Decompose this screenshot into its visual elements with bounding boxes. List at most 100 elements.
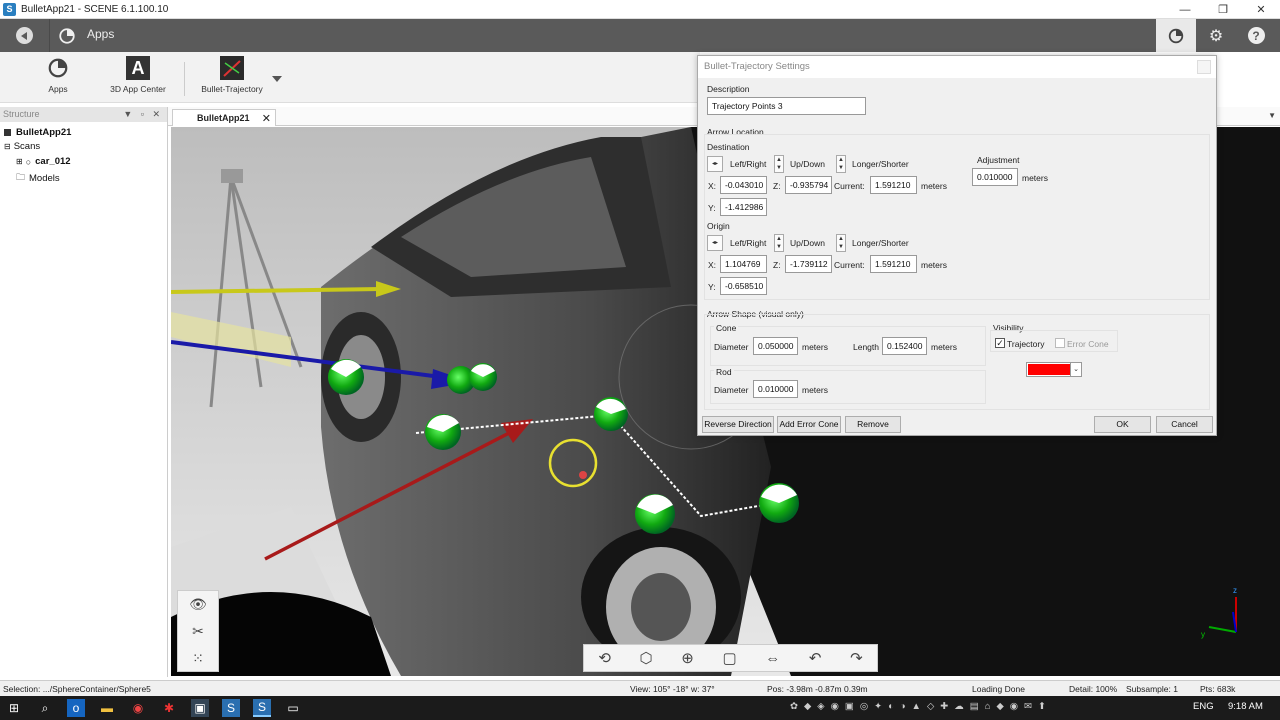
longer-shorter-label: Longer/Shorter [852,159,909,169]
structure-header: Structure ▼ ▫ ✕ [0,107,167,122]
box-view-icon[interactable]: ▢ [722,649,736,667]
clip-icon: ✂ [192,623,204,639]
cone-diameter-unit: meters [802,342,828,352]
chevron-down-icon: ⌄ [1070,363,1081,376]
ribbon-divider [184,62,185,96]
close-window-button[interactable]: ✕ [1242,0,1280,19]
cone-diameter-input[interactable]: 0.050000 [753,337,798,355]
orig-x-label: X: [708,260,717,270]
up-down-label: Up/Down [790,159,825,169]
cone-length-input[interactable]: 0.152400 [882,337,927,355]
eye-icon: 👁 [189,596,207,612]
collapse-icon[interactable]: ⊟ [4,142,11,151]
origin-left-right-spinner[interactable]: ◂▸ [707,235,723,251]
ribbon-bullet-trajectory-button[interactable]: Bullet-Trajectory [196,56,268,94]
cone-length-unit: meters [931,342,957,352]
maximize-button[interactable]: ❐ [1204,0,1242,19]
zoom-icon[interactable]: ⊕ [681,649,694,667]
scene-icon: S [226,701,235,715]
cancel-button[interactable]: Cancel [1156,416,1213,433]
destination-up-down-spinner[interactable]: ▲ ▼ [774,155,784,173]
app-taskbar-button[interactable]: ✱ [160,699,178,717]
ribbon-3d-app-center-button[interactable]: A 3D App Center [104,56,172,94]
left-right-label: Left/Right [730,238,767,248]
viewport-tab-label: BulletApp21 [197,113,250,123]
terminal-taskbar-button[interactable]: ▭ [284,699,302,717]
tab-menu-icon[interactable]: ▼ [1268,111,1276,120]
dest-x-label: X: [708,181,717,191]
dialog-close-button[interactable] [1197,60,1211,74]
add-error-cone-button[interactable]: Add Error Cone [777,416,841,433]
origin-y-input[interactable]: -0.658510 [720,277,767,295]
rotate-axis-icon[interactable]: ⇔ [765,650,780,667]
destination-longer-shorter-spinner[interactable]: ▲ ▼ [836,155,846,173]
scene-icon: S [257,700,266,714]
dest-current-label: Current: [834,181,865,191]
tree-item-car-012[interactable]: ⊞ ○ car_012 [16,156,71,167]
color-swatch [1028,364,1070,375]
status-position: Pos: -3.98m -0.87m 0.39m [767,684,868,694]
clock[interactable]: 9:18 AM [1228,701,1263,712]
chrome-taskbar-button[interactable]: ◉ [129,699,147,717]
origin-current-input[interactable]: 1.591210 [870,255,917,273]
window-title: BulletApp21 - SCENE 6.1.100.10 [21,3,169,15]
adjustment-input[interactable]: 0.010000 [972,168,1018,186]
scene-active-taskbar-button[interactable]: S [253,699,271,717]
trajectory-checkbox[interactable]: ✓ [995,338,1005,348]
tree-item-scans[interactable]: ⊟ Scans [4,141,40,152]
destination-left-right-spinner[interactable]: ◂▸ [707,156,723,172]
description-input[interactable]: Trajectory Points 3 [707,97,866,115]
undo-view-icon[interactable]: ↶ [809,649,822,667]
redo-view-icon[interactable]: ↷ [850,649,863,667]
explorer-taskbar-button[interactable]: ▬ [98,699,116,717]
search-button[interactable]: ⌕ [36,699,54,717]
app2-taskbar-button[interactable]: ▣ [191,699,209,717]
clipping-tool-button[interactable]: ✂ [178,618,218,645]
status-subsample: Subsample: 1 [1126,684,1178,694]
color-picker[interactable]: ⌄ [1026,362,1082,377]
destination-current-input[interactable]: 1.591210 [870,176,917,194]
minimize-button[interactable]: — [1166,0,1204,19]
app-center-logo-icon: A [126,56,150,80]
ribbon-apps-button[interactable]: Apps [36,56,80,94]
tree-item-project[interactable]: BulletApp21 [4,127,71,138]
destination-y-input[interactable]: -1.412986 [720,198,767,216]
ok-button[interactable]: OK [1094,416,1151,433]
orbit-icon[interactable]: ⟲ [598,649,611,667]
ribbon-dropdown-arrow-icon[interactable] [272,76,282,82]
viewport-tab[interactable]: BulletApp21 ✕ [172,109,276,126]
orig-z-label: Z: [773,260,781,270]
destination-x-input[interactable]: -0.043010 [720,176,767,194]
panel-controls[interactable]: ▼ ▫ ✕ [123,107,163,122]
origin-x-input[interactable]: 1.104769 [720,255,767,273]
apps-pie-icon [59,28,75,44]
adjustment-unit: meters [1022,173,1048,183]
back-button[interactable] [0,19,50,52]
error-cone-checkbox[interactable] [1055,338,1065,348]
expand-icon[interactable]: ⊞ [16,157,23,166]
ribbon-bullet-trajectory-label: Bullet-Trajectory [201,84,263,94]
destination-z-input[interactable]: -0.935794 [785,176,832,194]
navigation-toolbar: ⟲ ⬡ ⊕ ▢ ⇔ ↶ ↷ [583,644,878,672]
apps-home-button[interactable] [1156,19,1196,52]
tree-item-models[interactable]: 🗀 Models [16,170,60,186]
points-tool-button[interactable]: ⁙ [178,645,218,672]
visibility-tool-button[interactable]: 👁 [178,591,218,618]
system-tray-icons[interactable]: ✿◆◈◉▣◎✦◐◑▲◇✚☁▤⌂◆◉✉⬆ [790,701,1052,712]
help-button[interactable]: ? [1236,19,1276,52]
cube-view-icon[interactable]: ⬡ [640,649,653,667]
apps-pie-icon [48,58,68,78]
reverse-direction-button[interactable]: Reverse Direction [702,416,774,433]
outlook-taskbar-button[interactable]: o [67,699,85,717]
origin-up-down-spinner[interactable]: ▲ ▼ [774,234,784,252]
scene-taskbar-button[interactable]: S [222,699,240,717]
origin-longer-shorter-spinner[interactable]: ▲ ▼ [836,234,846,252]
origin-z-input[interactable]: -1.739112 [785,255,832,273]
close-tab-icon[interactable]: ✕ [262,112,271,125]
start-button[interactable]: ⊞ [5,699,23,717]
orig-current-unit: meters [921,260,947,270]
rod-diameter-input[interactable]: 0.010000 [753,380,798,398]
remove-button[interactable]: Remove [845,416,901,433]
language-indicator[interactable]: ENG [1193,701,1214,712]
settings-button[interactable]: ⚙ [1196,19,1236,52]
